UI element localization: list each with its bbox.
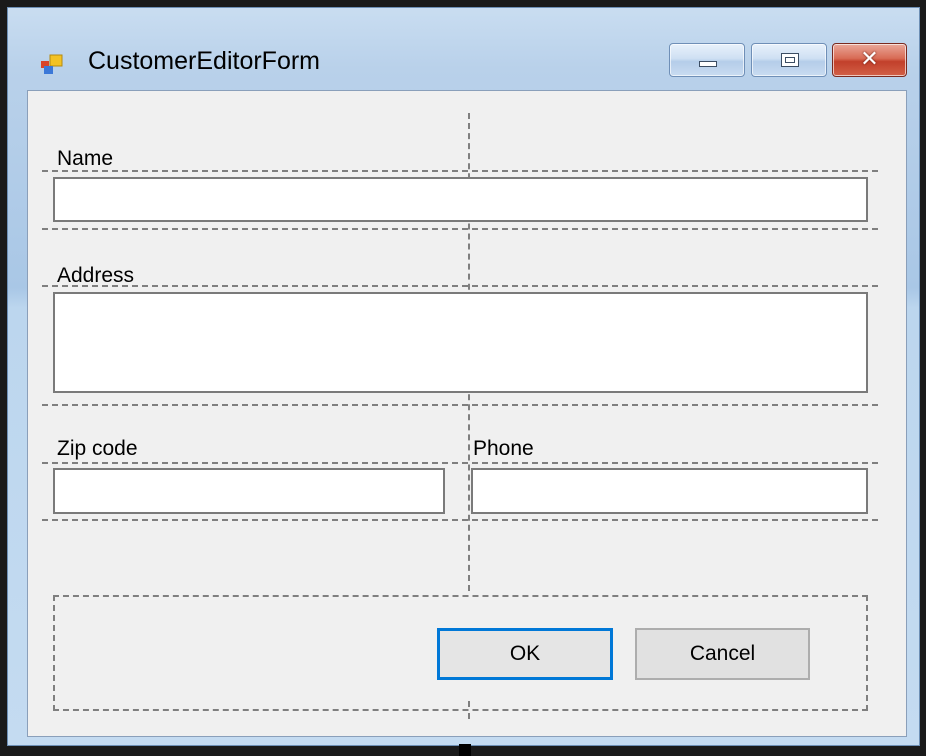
form-client-area: Name Address Zip code Phone OK Cancel [27,90,907,737]
ok-button[interactable]: OK [437,628,613,680]
resize-grip[interactable] [459,744,471,756]
minimize-icon [699,61,717,67]
grid-line [42,228,878,230]
window-title: CustomerEditorForm [88,47,320,75]
zip-code-label: Zip code [57,437,138,460]
grid-line [42,404,878,406]
name-label: Name [57,147,114,170]
phone-label: Phone [473,437,534,460]
form-icon [41,54,63,74]
title-bar[interactable]: CustomerEditorForm ✕ [8,8,919,90]
maximize-button[interactable] [751,43,827,77]
grid-line [42,170,878,172]
grid-line [42,462,878,464]
grid-line [42,285,878,287]
address-input[interactable] [53,292,868,393]
name-input[interactable] [53,177,868,222]
cancel-button[interactable]: Cancel [635,628,810,680]
close-icon: ✕ [860,47,879,72]
address-label: Address [57,264,135,287]
minimize-button[interactable] [669,43,745,77]
phone-input[interactable] [471,468,868,514]
zip-code-input[interactable] [53,468,445,514]
close-button[interactable]: ✕ [832,43,907,77]
grid-line [42,519,878,521]
form-window: CustomerEditorForm ✕ Name Address Zip co… [7,7,920,746]
maximize-icon [781,53,799,67]
